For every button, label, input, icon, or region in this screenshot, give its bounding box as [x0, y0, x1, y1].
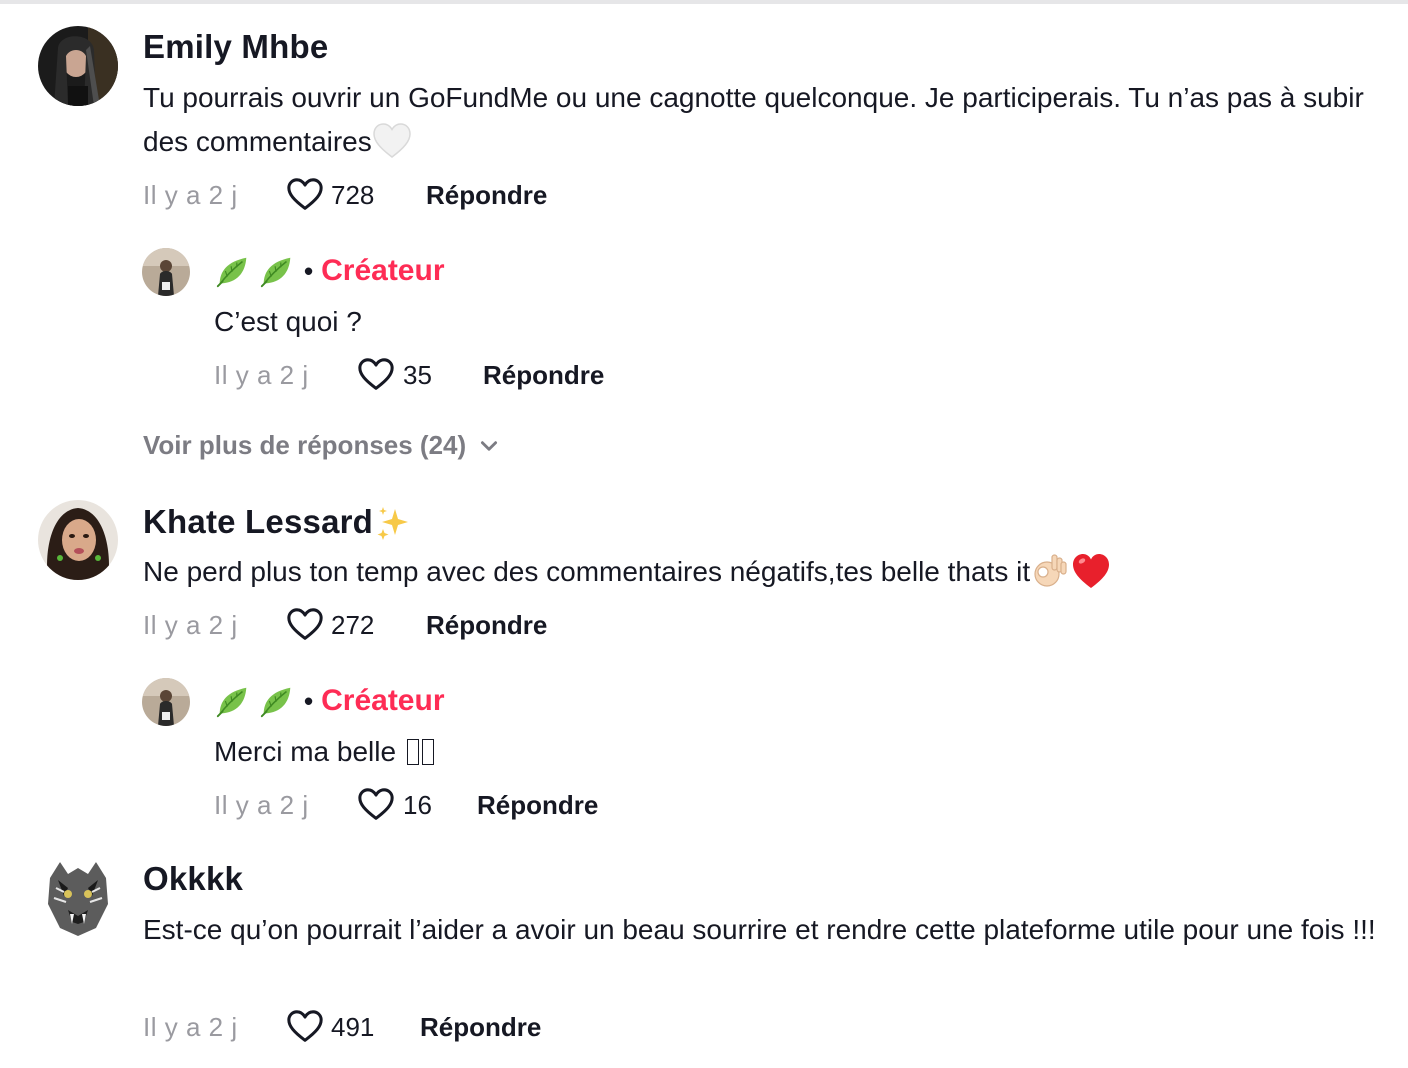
timestamp: Il y a 2 j	[143, 1011, 238, 1042]
red-heart-icon	[1070, 551, 1112, 596]
chevron-down-icon	[478, 435, 500, 457]
like-button[interactable]: 728	[286, 176, 426, 214]
ok-hand-icon	[1030, 551, 1070, 596]
leaf-icon	[214, 252, 252, 290]
reply-meta: Il y a 2 j 35 Répondre	[214, 355, 604, 395]
comment-meta: Il y a 2 j 728 Répondre	[143, 175, 547, 215]
reply-text: C’est quoi ?	[214, 306, 362, 337]
separator-dot: •	[304, 685, 314, 716]
avatar[interactable]	[38, 500, 118, 580]
reply-header: • Créateur	[214, 247, 445, 295]
comment-username[interactable]: Khate Lessard	[143, 503, 413, 545]
like-count: 728	[331, 179, 375, 210]
view-more-replies-button[interactable]: Voir plus de réponses (24)	[143, 430, 500, 461]
avatar[interactable]	[142, 248, 190, 296]
reply-button[interactable]: Répondre	[483, 360, 604, 391]
heart-icon	[286, 176, 324, 214]
reply-header: • Créateur	[214, 677, 445, 725]
leaf-icon	[258, 682, 296, 720]
creator-badge: Créateur	[321, 684, 445, 717]
reply-button[interactable]: Répondre	[477, 790, 598, 821]
heart-icon	[286, 606, 324, 644]
like-count: 35	[403, 359, 432, 390]
avatar[interactable]	[38, 858, 118, 938]
heart-icon	[286, 1008, 324, 1046]
separator-dot: •	[304, 255, 314, 286]
timestamp: Il y a 2 j	[143, 609, 238, 640]
leaf-icon	[214, 682, 252, 720]
comment-meta: Il y a 2 j 272 Répondre	[143, 605, 547, 645]
like-count: 16	[403, 789, 432, 820]
timestamp: Il y a 2 j	[143, 179, 238, 210]
timestamp: Il y a 2 j	[214, 359, 309, 390]
avatar[interactable]	[142, 678, 190, 726]
comment-text: Est-ce qu’on pourrait l’aider a avoir un…	[143, 914, 1376, 945]
reply-button[interactable]: Répondre	[420, 1012, 541, 1043]
heart-icon	[357, 786, 395, 824]
white-heart-icon	[372, 121, 412, 166]
comment-meta: Il y a 2 j 491 Répondre	[143, 1007, 541, 1047]
comment-text: Ne perd plus ton temp avec des commentai…	[143, 550, 1112, 596]
reply-text: Merci ma belle	[214, 730, 434, 774]
leaf-icon	[258, 252, 296, 290]
heart-icon	[357, 356, 395, 394]
missing-glyph-icon	[421, 739, 434, 765]
reply-meta: Il y a 2 j 16 Répondre	[214, 785, 598, 825]
comment-text: Tu pourrais ouvrir un GoFundMe ou une ca…	[143, 76, 1383, 166]
like-count: 272	[331, 609, 375, 640]
reply-button[interactable]: Répondre	[426, 180, 547, 211]
like-button[interactable]: 16	[357, 786, 477, 824]
timestamp: Il y a 2 j	[214, 789, 309, 820]
reply-button[interactable]: Répondre	[426, 610, 547, 641]
creator-badge: Créateur	[321, 254, 445, 287]
comment-username[interactable]: Emily Mhbe	[143, 28, 328, 66]
top-divider	[0, 0, 1408, 4]
sparkles-icon	[373, 503, 413, 545]
missing-glyph-icon	[406, 739, 419, 765]
comment-username[interactable]: Okkkk	[143, 860, 243, 898]
like-count: 491	[331, 1011, 375, 1042]
like-button[interactable]: 35	[357, 356, 483, 394]
like-button[interactable]: 272	[286, 606, 426, 644]
avatar[interactable]	[38, 26, 118, 106]
like-button[interactable]: 491	[286, 1008, 420, 1046]
